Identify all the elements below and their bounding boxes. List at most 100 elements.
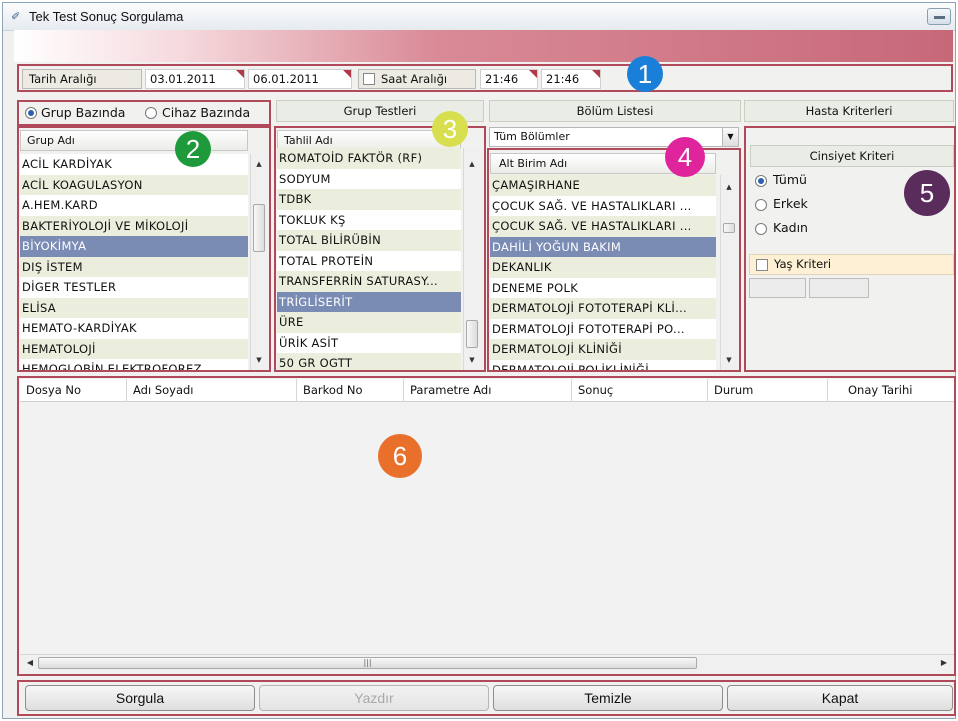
scroll-up-icon[interactable]: ▲ [251,156,267,172]
time-range-label: Saat Aralığı [358,69,476,89]
departments-scrollbar[interactable]: ▲ ▼ [720,175,737,370]
list-item[interactable]: A.HEM.KARD [20,195,248,216]
scroll-thumb[interactable] [253,204,265,252]
groups-column-header[interactable]: Grup Adı [20,130,248,151]
age-min-field[interactable] [749,278,806,298]
list-item[interactable]: ÜRİK ASİT [277,333,461,354]
group-based-radio[interactable] [25,107,37,119]
time-to-field[interactable]: 21:46 [541,69,601,89]
gender-male-radio[interactable] [755,199,767,211]
results-horizontal-scrollbar[interactable]: ◀ ||| ▶ [20,654,954,671]
groups-list[interactable]: ACİL KARDİYAK ACİL KOAGULASYON A.HEM.KARD B… [20,154,248,370]
query-button[interactable]: Sorgula [25,685,255,711]
gender-criteria-title: Cinsiyet Kriteri [750,145,954,167]
list-item[interactable]: ÜRE [277,312,461,333]
gender-female-radio[interactable] [755,223,767,235]
list-item[interactable]: TDBK [277,189,461,210]
scroll-down-icon[interactable]: ▼ [464,352,480,368]
badge-4: 4 [665,137,705,177]
age-max-field[interactable] [809,278,869,298]
list-item[interactable]: DİGER TESTLER [20,277,248,298]
device-based-label: Cihaz Bazında [162,105,251,120]
minimize-icon [934,16,945,19]
list-item[interactable]: DERMATOLOJİ POLİKLİNİĞİ [490,360,716,371]
device-based-radio[interactable] [145,107,157,119]
window-title: Tek Test Sonuç Sorgulama [29,9,184,24]
column-full-name[interactable]: Adı Soyadı [127,379,297,401]
list-item[interactable]: ÇOCUK SAĞ. VE HASTALIKLARI ... [490,196,716,217]
column-approval-date[interactable]: Onay Tarihi [828,379,954,401]
age-criteria-checkbox[interactable] [756,259,768,271]
list-item[interactable]: ACİL KARDİYAK [20,154,248,175]
list-item[interactable]: 50 GR OGTT [277,353,461,370]
list-item[interactable]: TRİGLİSERİT [277,291,461,312]
column-status[interactable]: Durum [708,379,828,401]
badge-5: 5 [904,170,950,216]
chevron-down-icon[interactable]: ▼ [722,128,738,146]
list-item[interactable]: ÇOCUK SAĞ. VE HASTALIKLARI ... [490,216,716,237]
list-item[interactable]: BİYOKİMYA [20,236,248,257]
scroll-thumb[interactable] [723,223,735,233]
list-item[interactable]: DEKANLIK [490,257,716,278]
scroll-left-icon[interactable]: ◀ [22,655,38,671]
list-item[interactable]: TOKLUK KŞ [277,210,461,231]
results-table-body[interactable] [20,402,954,654]
groups-scrollbar[interactable]: ▲ ▼ [250,154,267,370]
scroll-down-icon[interactable]: ▼ [251,352,267,368]
time-range-checkbox[interactable] [363,73,375,85]
tests-scrollbar[interactable]: ▲ ▼ [463,148,480,370]
age-criteria-bar: Yaş Kriteri [749,254,954,275]
date-to-field[interactable]: 06.01.2011 [248,69,352,89]
list-item[interactable]: HEMOGLOBİN ELEKTROFOREZ [20,359,248,370]
column-parameter-name[interactable]: Parametre Adı [404,379,572,401]
column-file-no[interactable]: Dosya No [20,379,127,401]
list-item[interactable]: ROMATOİD FAKTÖR (RF) [277,148,461,169]
minimize-button[interactable] [927,8,951,25]
date-from-field[interactable]: 03.01.2011 [145,69,245,89]
column-barcode-no[interactable]: Barkod No [297,379,404,401]
list-item[interactable]: ACİL KOAGULASYON [20,174,248,195]
list-item[interactable]: ÇAMAŞIRHANE [490,175,716,196]
departments-title: Bölüm Listesi [489,100,741,122]
close-button[interactable]: Kapat [727,685,953,711]
list-item[interactable]: DERMATOLOJİ FOTOTERAPİ KLİ... [490,298,716,319]
list-item[interactable]: DENEME POLK [490,278,716,299]
scroll-up-icon[interactable]: ▲ [721,179,737,195]
print-button[interactable]: Yazdır [259,685,489,711]
gender-male-label: Erkek [773,196,808,211]
scroll-thumb[interactable]: ||| [38,657,697,669]
list-item[interactable]: DIŞ İSTEM [20,256,248,277]
list-item[interactable]: TRANSFERRİN SATURASY... [277,271,461,292]
tests-list[interactable]: ROMATOİD FAKTÖR (RF) SODYUM TDBK TOKLUK KŞ T… [277,148,461,370]
departments-combo[interactable]: Tüm Bölümler ▼ [489,127,739,147]
badge-6: 6 [378,434,422,478]
list-item[interactable]: ELİSA [20,297,248,318]
list-item[interactable]: TOTAL PROTEİN [277,251,461,272]
time-from-field[interactable]: 21:46 [480,69,538,89]
list-item[interactable]: TOTAL BİLİRÜBİN [277,230,461,251]
list-item[interactable]: DERMATOLOJİ FOTOTERAPİ PO... [490,319,716,340]
title-bar: ✐ Tek Test Sonuç Sorgulama [3,3,955,31]
results-table-header: Dosya No Adı Soyadı Barkod No Parametre … [20,379,954,402]
list-item[interactable]: DAHİLİ YOĞUN BAKIM [490,236,716,257]
app-icon: ✐ [11,10,21,23]
list-item[interactable]: HEMATOLOJİ [20,338,248,359]
column-result[interactable]: Sonuç [572,379,708,401]
gender-female-label: Kadın [773,220,808,235]
list-item[interactable]: HEMATO-KARDİYAK [20,318,248,339]
clear-button[interactable]: Temizle [493,685,723,711]
group-based-label: Grup Bazında [41,105,126,120]
departments-combo-value: Tüm Bölümler [494,130,570,143]
list-item[interactable]: SODYUM [277,169,461,190]
badge-2: 2 [175,131,211,167]
gender-all-radio[interactable] [755,175,767,187]
scroll-thumb[interactable] [466,320,478,348]
list-item[interactable]: DERMATOLOJİ KLİNİĞİ [490,339,716,360]
badge-1: 1 [627,56,663,92]
departments-list[interactable]: ÇAMAŞIRHANE ÇOCUK SAĞ. VE HASTALIKLARI ..… [490,175,716,370]
scroll-up-icon[interactable]: ▲ [464,156,480,172]
age-criteria-label: Yaş Kriteri [774,257,832,271]
scroll-right-icon[interactable]: ▶ [936,655,952,671]
list-item[interactable]: BAKTERİYOLOJİ VE MİKOLOJİ [20,215,248,236]
scroll-down-icon[interactable]: ▼ [721,352,737,368]
